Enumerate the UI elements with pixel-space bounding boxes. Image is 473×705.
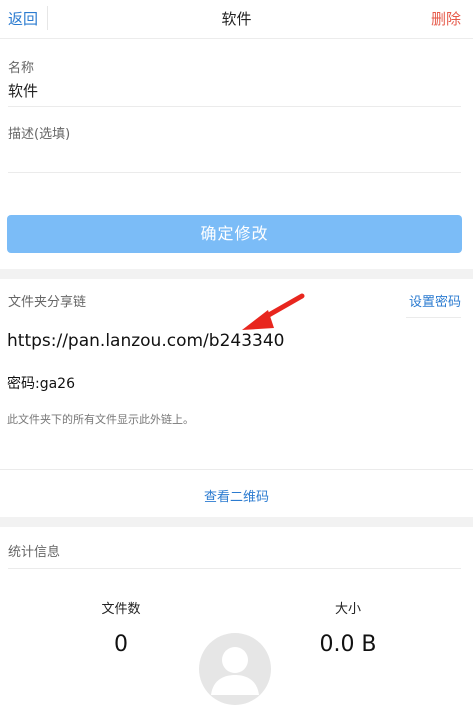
- set-password-button[interactable]: 设置密码: [409, 291, 461, 310]
- section-gap: [0, 269, 473, 279]
- view-qr-button[interactable]: 查看二维码: [0, 486, 473, 505]
- file-count-value: 0: [114, 632, 128, 657]
- stats-section-title: 统计信息: [8, 545, 61, 560]
- name-label: 名称: [8, 61, 35, 76]
- description-input[interactable]: 描述(选填): [8, 123, 70, 142]
- share-section-title: 文件夹分享链: [8, 295, 87, 310]
- section-gap-2: [0, 517, 473, 527]
- share-header-divider: [406, 317, 461, 318]
- size-label: 大小: [334, 602, 361, 617]
- share-password: 密码:ga26: [7, 376, 75, 392]
- description-divider: [8, 172, 461, 173]
- file-count-label: 文件数: [101, 602, 141, 617]
- delete-button[interactable]: 删除: [431, 8, 461, 29]
- share-note: 此文件夹下的所有文件显示此外链上。: [7, 413, 194, 426]
- name-input[interactable]: 软件: [8, 80, 38, 101]
- avatar: [199, 633, 271, 705]
- qr-divider: [0, 469, 473, 470]
- size-value: 0.0 B: [319, 632, 377, 657]
- name-divider: [8, 106, 461, 107]
- page-title: 软件: [221, 10, 252, 28]
- stats-divider: [8, 568, 461, 569]
- annotation-arrow-icon: [242, 293, 305, 330]
- confirm-button[interactable]: 确定修改: [7, 215, 462, 253]
- user-icon: [211, 647, 259, 695]
- top-bar: 返回 软件 删除: [0, 0, 473, 39]
